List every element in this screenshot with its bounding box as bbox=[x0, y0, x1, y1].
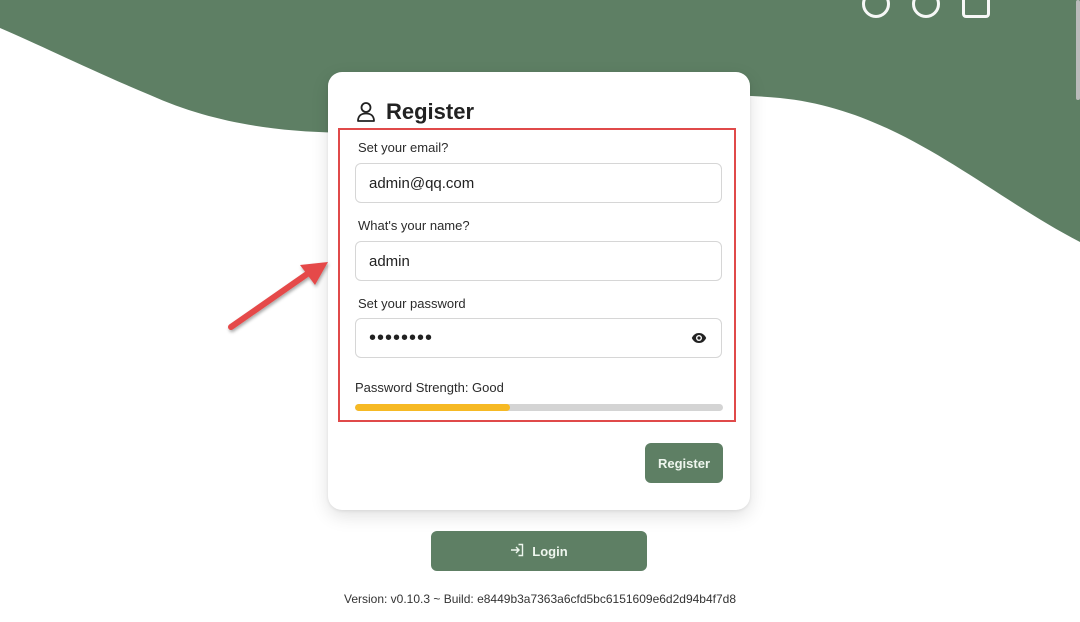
email-value: admin@qq.com bbox=[369, 174, 475, 192]
password-strength-fill bbox=[355, 404, 510, 411]
register-button[interactable]: Register bbox=[645, 443, 723, 483]
annotation-arrow bbox=[228, 262, 328, 330]
email-field[interactable]: admin@qq.com bbox=[355, 163, 722, 203]
search-icon[interactable] bbox=[962, 0, 990, 18]
page-title: Register bbox=[386, 99, 475, 124]
eye-icon[interactable] bbox=[690, 329, 708, 347]
password-field[interactable]: •••••••• bbox=[355, 318, 722, 358]
email-label: Set your email? bbox=[358, 140, 449, 155]
login-button[interactable]: Login bbox=[431, 531, 647, 571]
scrollbar[interactable] bbox=[1076, 0, 1080, 100]
password-strength-label: Password Strength: Good bbox=[355, 380, 504, 395]
login-icon bbox=[510, 543, 524, 560]
circle-icon[interactable] bbox=[912, 0, 940, 18]
login-label: Login bbox=[532, 543, 568, 559]
register-header: Register bbox=[356, 99, 474, 125]
name-value: admin bbox=[369, 252, 410, 270]
user-icon bbox=[356, 101, 376, 123]
header-icons bbox=[862, 0, 990, 18]
password-strength-bar bbox=[355, 404, 723, 411]
password-value: •••••••• bbox=[369, 328, 434, 348]
name-field[interactable]: admin bbox=[355, 241, 722, 281]
settings-icon[interactable] bbox=[862, 0, 890, 18]
password-label: Set your password bbox=[358, 296, 466, 311]
name-label: What's your name? bbox=[358, 218, 470, 233]
version-info: Version: v0.10.3 ~ Build: e8449b3a7363a6… bbox=[343, 592, 736, 606]
register-card: Register Set your email? admin@qq.com Wh… bbox=[328, 72, 750, 510]
